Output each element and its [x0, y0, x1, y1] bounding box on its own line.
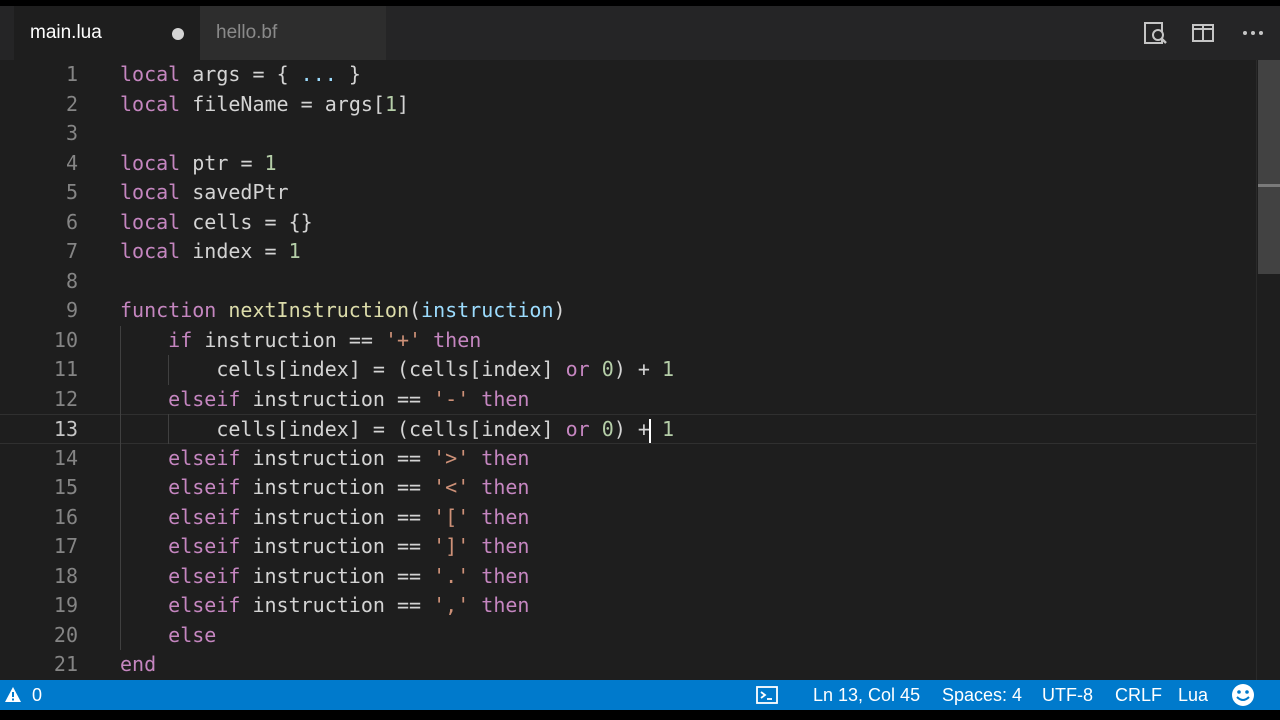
line-number: 11	[53, 357, 78, 381]
line-number: 1	[65, 62, 78, 86]
code-line[interactable]: 7 local index = 1	[0, 237, 1280, 267]
problems-indicator[interactable]: 0	[4, 680, 42, 710]
tab-main-lua[interactable]: main.lua	[14, 6, 200, 60]
code-line[interactable]: 8	[0, 267, 1280, 297]
code-line[interactable]: 5 local savedPtr	[0, 178, 1280, 208]
code-text: elseif instruction == '-' then	[168, 386, 530, 411]
code-line[interactable]: 17 elseif instruction == ']' then	[0, 532, 1280, 562]
line-number: 9	[65, 298, 78, 322]
code-line[interactable]: 10 if instruction == '+' then	[0, 326, 1280, 356]
code-line[interactable]: 11 cells[index] = (cells[index] or 0) + …	[0, 355, 1280, 385]
warning-icon	[4, 686, 22, 704]
code-text: function nextInstruction(instruction)	[120, 298, 566, 322]
line-number: 10	[53, 327, 78, 352]
code-line[interactable]: 21 end	[0, 650, 1280, 680]
scrollbar-thumb[interactable]	[1258, 60, 1280, 274]
indent-guide	[168, 355, 170, 385]
code-line[interactable]: 1 local args = { ... }	[0, 60, 1280, 90]
code-line[interactable]: 13 cells[index] = (cells[index] or 0) + …	[0, 414, 1280, 444]
split-editor-icon[interactable]	[1190, 20, 1216, 46]
code-line[interactable]: 18 elseif instruction == '.' then	[0, 562, 1280, 592]
cursor-position[interactable]: Ln 13, Col 45	[813, 680, 920, 710]
code-line[interactable]: 20 else	[0, 621, 1280, 651]
language-mode[interactable]: Lua	[1178, 680, 1208, 710]
line-number: 20	[53, 622, 78, 647]
encoding-setting[interactable]: UTF-8	[1042, 680, 1093, 710]
line-number: 13	[53, 417, 78, 441]
code-line[interactable]: 15 elseif instruction == '<' then	[0, 473, 1280, 503]
line-number: 3	[65, 121, 78, 145]
window-frame-bottom	[0, 710, 1280, 720]
code-text: local args = { ... }	[120, 62, 361, 86]
tab-hello-bf[interactable]: hello.bf	[200, 6, 386, 60]
open-changes-icon[interactable]	[1142, 20, 1168, 46]
code-text: else	[168, 622, 217, 647]
code-line[interactable]: 16 elseif instruction == '[' then	[0, 503, 1280, 533]
scrollbar-cursor-marker	[1258, 184, 1280, 187]
line-ending-setting[interactable]: CRLF	[1115, 680, 1162, 710]
code-text: local savedPtr	[120, 180, 289, 204]
line-number: 2	[65, 91, 78, 116]
unsaved-changes-dot-icon[interactable]	[172, 28, 184, 40]
code-line[interactable]: 3	[0, 119, 1280, 149]
code-editor[interactable]: 1 local args = { ... } 2 local fileName = a…	[0, 60, 1280, 680]
code-text: if instruction == '+' then	[168, 327, 482, 352]
code-text: elseif instruction == '[' then	[168, 504, 530, 529]
code-text: local index = 1	[120, 239, 301, 263]
code-text: elseif instruction == '>' then	[168, 445, 530, 470]
line-number: 21	[53, 652, 78, 676]
tab-label: main.lua	[30, 22, 102, 43]
line-number: 8	[65, 268, 78, 293]
line-number: 19	[53, 593, 78, 617]
line-number: 18	[53, 563, 78, 588]
feedback-smiley-icon[interactable]	[1231, 680, 1255, 710]
code-text: cells[index] = (cells[index] or 0) + 1	[216, 357, 675, 381]
code-text: local fileName = args[1]	[120, 91, 410, 116]
code-text: end	[120, 652, 157, 676]
code-line[interactable]: 12 elseif instruction == '-' then	[0, 385, 1280, 415]
indent-guide	[120, 325, 121, 650]
warnings-count: 0	[32, 685, 43, 705]
code-text: local cells = {}	[120, 209, 313, 234]
code-text: cells[index] = (cells[index] or 0) + 1	[216, 417, 675, 443]
code-line[interactable]: 14 elseif instruction == '>' then	[0, 444, 1280, 474]
indent-guide	[168, 414, 170, 444]
indentation-setting[interactable]: Spaces: 4	[942, 680, 1022, 710]
editor-tab-bar: main.lua hello.bf	[0, 6, 1280, 60]
code-text: local ptr = 1	[120, 150, 277, 175]
line-number: 7	[65, 239, 78, 263]
line-number: 6	[65, 209, 78, 234]
code-text: elseif instruction == ',' then	[168, 593, 530, 617]
status-bar: 0 Ln 13, Col 45 Spaces: 4 UTF-8 CRLF Lua	[0, 680, 1280, 710]
code-line[interactable]: 4 local ptr = 1	[0, 149, 1280, 179]
line-number: 15	[53, 475, 78, 499]
code-text: elseif instruction == '<' then	[168, 475, 530, 499]
code-text: elseif instruction == ']' then	[168, 534, 530, 558]
line-number: 12	[53, 386, 78, 411]
terminal-icon[interactable]	[756, 680, 778, 710]
line-number: 4	[65, 150, 78, 175]
line-number: 5	[65, 180, 78, 204]
more-actions-icon[interactable]	[1240, 20, 1266, 46]
code-line[interactable]: 2 local fileName = args[1]	[0, 90, 1280, 120]
tab-label: hello.bf	[216, 22, 278, 43]
line-number: 14	[53, 445, 78, 470]
line-number: 17	[53, 534, 78, 558]
line-number: 16	[53, 504, 78, 529]
code-line[interactable]: 19 elseif instruction == ',' then	[0, 591, 1280, 621]
code-line[interactable]: 9 function nextInstruction(instruction)	[0, 296, 1280, 326]
code-text: elseif instruction == '.' then	[168, 563, 530, 588]
code-line[interactable]: 6 local cells = {}	[0, 208, 1280, 238]
